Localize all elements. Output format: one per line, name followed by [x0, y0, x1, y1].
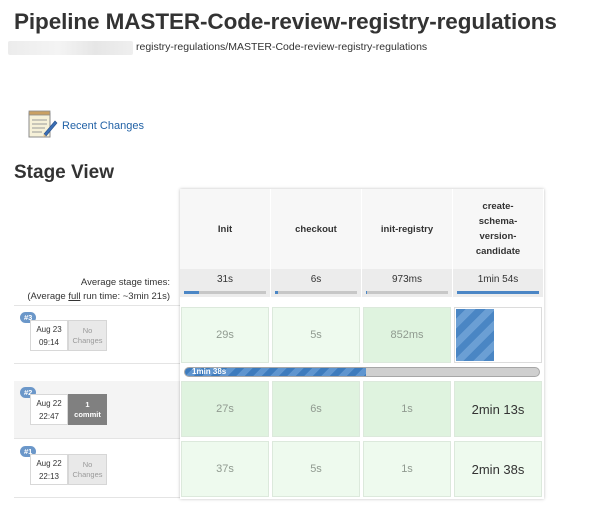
avg-time-value: 973ms — [391, 274, 422, 285]
avg-time-fill — [275, 291, 279, 294]
avg-stage-times-label: Average stage times: — [80, 277, 170, 288]
avg-time-init-registry: 973ms — [362, 269, 452, 297]
build-date[interactable]: Aug 23 09:14 — [30, 320, 68, 351]
row-separator — [14, 305, 180, 306]
stage-cell-success[interactable]: 5s — [272, 441, 360, 497]
build-date-time: 22:13 — [38, 472, 60, 481]
no-changes-box: No Changes — [68, 320, 107, 351]
avg-time-checkout: 6s — [271, 269, 361, 297]
avg-full-suffix: run time: ~3min 21s) — [80, 291, 170, 302]
avg-time-bar — [184, 291, 266, 294]
build-date-day: Aug 22 — [36, 399, 62, 408]
stage-cell-success[interactable]: 37s — [181, 441, 269, 497]
stage-cell-success[interactable]: 5s — [272, 307, 360, 363]
full-runtime-link[interactable]: full — [68, 291, 80, 302]
avg-time-value: 31s — [216, 274, 234, 285]
stage-cell-success[interactable]: 852ms — [363, 307, 451, 363]
breadcrumb: registry-regulations/MASTER-Code-review-… — [0, 40, 601, 56]
avg-full-prefix: (Average — [27, 291, 69, 302]
avg-time-value: 1min 54s — [477, 274, 519, 285]
avg-time-fill — [184, 291, 199, 294]
build-date-day: Aug 23 — [36, 325, 62, 334]
stage-cell-success[interactable]: 6s — [272, 381, 360, 437]
stage-cell-success[interactable]: 1s — [363, 381, 451, 437]
notepad-icon[interactable] — [26, 108, 58, 140]
build-date[interactable]: Aug 22 22:13 — [30, 454, 68, 485]
recent-changes-link[interactable]: Recent Changes — [62, 120, 144, 132]
stage-cell-success[interactable]: 27s — [181, 381, 269, 437]
running-progress-indicator — [456, 309, 494, 361]
avg-time-fill — [457, 291, 539, 294]
avg-time-bar — [275, 291, 357, 294]
commit-count-button[interactable]: 1 commit — [68, 394, 107, 425]
build-progress-bar[interactable] — [184, 367, 540, 377]
stage-header-create-schema-version-candidate: create- schema- version- candidate — [453, 189, 543, 269]
avg-time-create-schema: 1min 54s — [453, 269, 543, 297]
stage-cell-success[interactable]: 29s — [181, 307, 269, 363]
stage-view-title: Stage View — [14, 162, 114, 183]
page-title: Pipeline MASTER-Code-review-registry-reg… — [14, 9, 557, 34]
stage-cell-success[interactable]: 2min 38s — [454, 441, 542, 497]
stage-view-table: Init checkout init-registry create- sche… — [180, 189, 544, 499]
stage-cell-success[interactable]: 2min 13s — [454, 381, 542, 437]
stage-cell-running[interactable] — [454, 307, 542, 363]
build-progress-label: 1min 38s — [192, 367, 227, 376]
blurred-breadcrumb-prefix — [8, 41, 133, 55]
avg-time-bar — [366, 291, 448, 294]
stage-header-init: Init — [180, 189, 270, 269]
row-separator — [14, 497, 180, 498]
avg-time-init: 31s — [180, 269, 270, 297]
stage-cell-success[interactable]: 1s — [363, 441, 451, 497]
build-date[interactable]: Aug 22 22:47 — [30, 394, 68, 425]
row-separator — [14, 363, 180, 364]
avg-time-fill — [366, 291, 367, 294]
no-changes-box: No Changes — [68, 454, 107, 485]
breadcrumb-path[interactable]: registry-regulations/MASTER-Code-review-… — [136, 41, 427, 53]
build-date-time: 22:47 — [38, 412, 60, 421]
build-date-day: Aug 22 — [36, 459, 62, 468]
build-date-time: 09:14 — [38, 338, 60, 347]
row-separator — [14, 438, 180, 439]
avg-time-value: 6s — [310, 274, 322, 285]
avg-full-runtime-label: (Average full run time: ~3min 21s) — [27, 291, 170, 302]
stage-header-init-registry: init-registry — [362, 189, 452, 269]
avg-time-bar — [457, 291, 539, 294]
stage-header-checkout: checkout — [271, 189, 361, 269]
